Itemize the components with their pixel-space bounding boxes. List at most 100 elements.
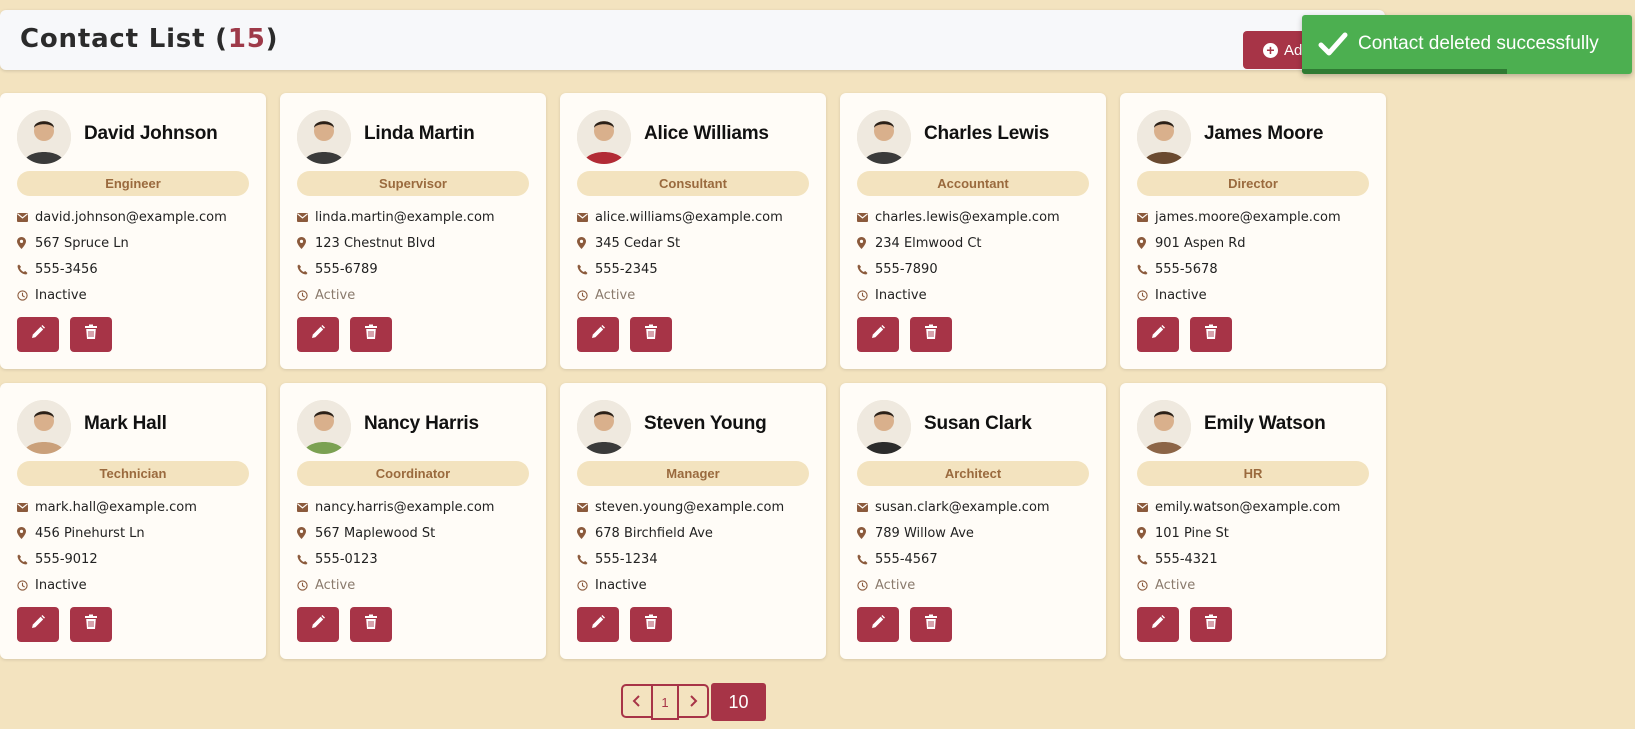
toast-notification[interactable]: Contact deleted successfully	[1302, 15, 1632, 74]
delete-button[interactable]	[350, 317, 392, 352]
envelope-icon	[1137, 500, 1154, 514]
location-pin-icon	[1137, 236, 1154, 250]
contact-email: alice.williams@example.com	[595, 209, 783, 225]
status-row: Inactive	[17, 575, 87, 595]
address-row: 101 Pine St	[1137, 523, 1229, 543]
delete-button[interactable]	[630, 317, 672, 352]
edit-button[interactable]	[297, 317, 339, 352]
edit-button[interactable]	[577, 317, 619, 352]
contact-card: Charles Lewis Accountant charles.lewis@exa…	[840, 93, 1106, 369]
avatar	[1137, 110, 1191, 164]
edit-button[interactable]	[1137, 317, 1179, 352]
contact-name: Emily Watson	[1204, 413, 1326, 434]
contact-card: Mark Hall Technician mark.hall@example.com…	[0, 383, 266, 659]
contact-address: 678 Birchfield Ave	[595, 525, 713, 541]
pencil-icon	[590, 614, 606, 635]
avatar	[857, 110, 911, 164]
delete-button[interactable]	[70, 607, 112, 642]
phone-row: 555-7890	[857, 259, 938, 279]
contact-address: 789 Willow Ave	[875, 525, 974, 541]
clock-icon	[17, 288, 34, 302]
contact-phone: 555-1234	[595, 551, 658, 567]
role-badge: Accountant	[857, 171, 1089, 196]
edit-button[interactable]	[17, 317, 59, 352]
envelope-icon	[17, 500, 34, 514]
delete-button[interactable]	[350, 607, 392, 642]
delete-button[interactable]	[630, 607, 672, 642]
avatar	[577, 400, 631, 454]
email-row: nancy.harris@example.com	[297, 497, 494, 517]
envelope-icon	[297, 210, 314, 224]
status-row: Active	[857, 575, 915, 595]
edit-button[interactable]	[857, 317, 899, 352]
status-row: Inactive	[17, 285, 87, 305]
delete-button[interactable]	[910, 317, 952, 352]
contact-status: Active	[595, 287, 636, 303]
status-row: Inactive	[1137, 285, 1207, 305]
envelope-icon	[857, 500, 874, 514]
contact-email: linda.martin@example.com	[315, 209, 495, 225]
contact-count: 15	[227, 24, 266, 54]
pencil-icon	[1150, 614, 1166, 635]
status-row: Inactive	[857, 285, 927, 305]
contact-address: 901 Aspen Rd	[1155, 235, 1246, 251]
contact-email: david.johnson@example.com	[35, 209, 227, 225]
clock-icon	[857, 288, 874, 302]
phone-row: 555-9012	[17, 549, 98, 569]
clock-icon	[297, 288, 314, 302]
edit-button[interactable]	[857, 607, 899, 642]
phone-icon	[17, 552, 34, 566]
toast-progress-bar	[1302, 69, 1507, 74]
contact-status: Inactive	[595, 577, 647, 593]
pencil-icon	[1150, 324, 1166, 345]
avatar	[297, 110, 351, 164]
edit-button[interactable]	[297, 607, 339, 642]
edit-button[interactable]	[17, 607, 59, 642]
prev-page-button[interactable]	[621, 684, 653, 718]
contact-phone: 555-2345	[595, 261, 658, 277]
trash-icon	[644, 324, 658, 345]
address-row: 567 Maplewood St	[297, 523, 435, 543]
email-row: steven.young@example.com	[577, 497, 784, 517]
page-number[interactable]: 1	[651, 684, 679, 720]
contact-address: 101 Pine St	[1155, 525, 1229, 541]
trash-icon	[364, 324, 378, 345]
clock-icon	[577, 578, 594, 592]
trash-icon	[924, 614, 938, 635]
delete-button[interactable]	[1190, 317, 1232, 352]
phone-row: 555-0123	[297, 549, 378, 569]
envelope-icon	[857, 210, 874, 224]
location-pin-icon	[297, 236, 314, 250]
delete-button[interactable]	[70, 317, 112, 352]
contact-name: Susan Clark	[924, 413, 1032, 434]
contact-status: Active	[1155, 577, 1196, 593]
contact-email: mark.hall@example.com	[35, 499, 197, 515]
contact-email: james.moore@example.com	[1155, 209, 1341, 225]
address-row: 345 Cedar St	[577, 233, 680, 253]
edit-button[interactable]	[1137, 607, 1179, 642]
edit-button[interactable]	[577, 607, 619, 642]
contact-card: Nancy Harris Coordinator nancy.harris@exam…	[280, 383, 546, 659]
contact-email: emily.watson@example.com	[1155, 499, 1341, 515]
phone-icon	[857, 262, 874, 276]
delete-button[interactable]	[910, 607, 952, 642]
page-size-select[interactable]: 10	[711, 683, 766, 721]
next-page-button[interactable]	[677, 684, 709, 718]
contact-phone: 555-4321	[1155, 551, 1218, 567]
pencil-icon	[310, 324, 326, 345]
email-row: david.johnson@example.com	[17, 207, 227, 227]
avatar	[577, 110, 631, 164]
delete-button[interactable]	[1190, 607, 1232, 642]
contact-name: James Moore	[1204, 123, 1324, 144]
phone-icon	[297, 552, 314, 566]
contact-card: Alice Williams Consultant alice.williams@e…	[560, 93, 826, 369]
address-row: 456 Pinehurst Ln	[17, 523, 145, 543]
pencil-icon	[310, 614, 326, 635]
contact-email: steven.young@example.com	[595, 499, 785, 515]
phone-row: 555-3456	[17, 259, 98, 279]
trash-icon	[1204, 614, 1218, 635]
address-row: 901 Aspen Rd	[1137, 233, 1246, 253]
location-pin-icon	[17, 236, 34, 250]
contact-status: Active	[315, 577, 356, 593]
email-row: alice.williams@example.com	[577, 207, 783, 227]
